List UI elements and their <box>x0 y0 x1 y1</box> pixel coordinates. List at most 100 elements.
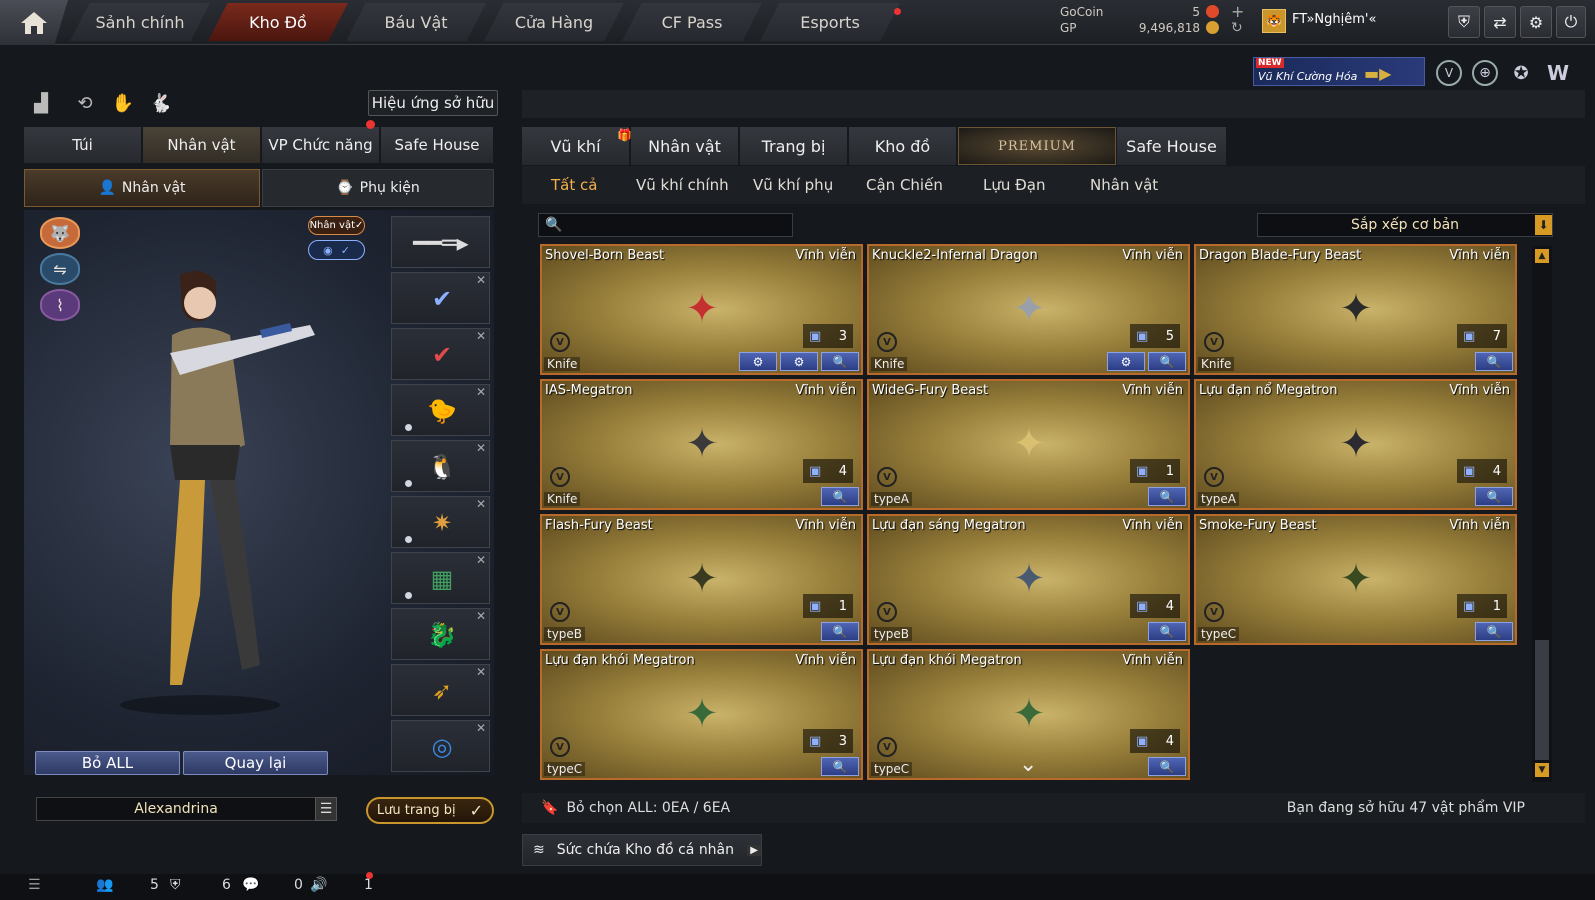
deselect-info[interactable]: 🔖 Bỏ chọn ALL: 0EA / 6EA <box>541 800 730 816</box>
close-icon[interactable]: ✕ <box>476 553 486 567</box>
menu-icon[interactable]: ☰ <box>315 797 337 821</box>
beast-category-icon[interactable]: 🐺 <box>40 217 80 249</box>
search-button[interactable]: 🔍 <box>1475 352 1513 371</box>
accessory-slot-2[interactable]: ✕ ✔ <box>391 328 490 380</box>
rotate-icon[interactable]: ⟲ <box>72 90 98 116</box>
scroll-up-icon[interactable]: ▲ <box>1535 249 1549 263</box>
nav-tab-treasure[interactable]: Báu Vật <box>346 3 486 41</box>
item-card[interactable]: WideG-Fury Beast Vĩnh viễn ✦ VtypeA ▣ 1 🔍 <box>867 379 1190 510</box>
tab-vp-function[interactable]: VP Chức năng <box>262 127 380 163</box>
close-icon[interactable]: ✕ <box>476 721 486 735</box>
w-logo-icon[interactable]: W <box>1544 60 1572 86</box>
subtab-accessory[interactable]: ⌚ Phụ kiện <box>262 169 494 207</box>
search-button[interactable]: 🔍 <box>821 352 859 371</box>
storage-capacity-button[interactable]: ≋ Sức chứa Kho đồ cá nhân ▶ <box>522 834 762 866</box>
sort-dropdown[interactable]: Sắp xếp cơ bản <box>1257 213 1553 237</box>
friends-icon[interactable]: 👥 <box>96 877 113 893</box>
accessory-slot-8[interactable]: ✕ ➶ <box>391 664 490 716</box>
scroll-thumb[interactable] <box>1535 640 1549 760</box>
back-button[interactable]: Quay lại <box>183 751 328 775</box>
visibility-toggle[interactable]: ◉ ✓ <box>308 240 365 260</box>
sort-arrow-icon[interactable]: ⬇ <box>1535 215 1552 235</box>
search-button[interactable]: 🔍 <box>1148 487 1186 506</box>
bunny-icon[interactable]: 🐇 <box>148 90 174 116</box>
item-card[interactable]: Smoke-Fury Beast Vĩnh viễn ✦ VtypeC ▣ 1 🔍 <box>1194 514 1517 645</box>
filter-secondary[interactable]: Vũ khí phụ <box>753 176 833 194</box>
compass-icon[interactable]: ✪ <box>1508 60 1534 86</box>
weapon-slot[interactable]: ━━═▸ <box>391 216 490 268</box>
nav-tab-esports[interactable]: Esports <box>760 3 900 41</box>
character-name-field[interactable]: Alexandrina <box>36 797 316 821</box>
clan-shield-icon[interactable]: ⛨ <box>170 877 181 893</box>
transform-category-icon[interactable]: ⇋ <box>40 253 80 285</box>
wing-category-icon[interactable]: ⌇ <box>40 289 80 321</box>
tab-characters[interactable]: Nhân vật <box>631 127 739 165</box>
speaker-icon[interactable]: 🔊 <box>310 877 327 893</box>
add-currency-icon[interactable]: + <box>1231 2 1244 21</box>
chat-icon[interactable]: 💬 <box>242 877 259 893</box>
shield-icon[interactable]: ⛨ <box>1448 6 1480 38</box>
accessory-slot-4[interactable]: ✕ 🐧 <box>391 440 490 492</box>
close-icon[interactable]: ✕ <box>476 609 486 623</box>
nav-tab-inventory[interactable]: Kho Đồ <box>208 3 348 41</box>
tab-equipment[interactable]: Trang bị <box>740 127 848 165</box>
close-icon[interactable]: ✕ <box>476 329 486 343</box>
search-button[interactable]: 🔍 <box>1475 622 1513 641</box>
search-button[interactable]: 🔍 <box>821 622 859 641</box>
filter-melee[interactable]: Cận Chiến <box>866 176 943 194</box>
tab-premium[interactable]: PREMIUM <box>958 127 1116 165</box>
close-icon[interactable]: ✕ <box>476 497 486 511</box>
item-card[interactable]: Dragon Blade-Fury Beast Vĩnh viễn ✦ V Knife ▣… <box>1194 244 1517 375</box>
search-input[interactable]: 🔍 <box>538 213 793 237</box>
tab-safe-house-right[interactable]: Safe House <box>1117 127 1227 165</box>
filter-primary[interactable]: Vũ khí chính <box>636 176 729 194</box>
accessory-slot-1[interactable]: ✕ ✔ <box>391 272 490 324</box>
item-card[interactable]: Knuckle2-Infernal Dragon Vĩnh viễn ✦ V Knife… <box>867 244 1190 375</box>
item-card[interactable]: Lựu đạn sáng Megatron Vĩnh viễn ✦ VtypeB ▣ 4 🔍 <box>867 514 1190 645</box>
item-card[interactable]: IAS-Megatron Vĩnh viễn ✦ V Knife ▣ 4 🔍 <box>540 379 863 510</box>
podium-icon[interactable]: ▟ <box>28 90 54 116</box>
ownership-effect-button[interactable]: Hiệu ứng sở hữu <box>368 90 498 116</box>
tab-safe-house-left[interactable]: Safe House <box>381 127 494 163</box>
settings-button[interactable]: ⚙ <box>780 352 818 371</box>
crosshair-icon[interactable]: ⊕ <box>1472 60 1498 86</box>
tab-storage[interactable]: Kho đồ <box>849 127 957 165</box>
accessory-slot-5[interactable]: ✕ ✷ <box>391 496 490 548</box>
item-card[interactable]: Shovel-Born Beast Vĩnh viễn ✦ V Knife ▣ 3 ⚙ ⚙ 🔍 <box>540 244 863 375</box>
settings-button[interactable]: ⚙ <box>1107 352 1145 371</box>
nav-tab-lobby[interactable]: Sảnh chính <box>70 3 210 41</box>
item-card[interactable]: Lựu đạn nổ Megatron Vĩnh viễn ✦ VtypeA ▣ 4 🔍 <box>1194 379 1517 510</box>
search-button[interactable]: 🔍 <box>821 487 859 506</box>
search-button[interactable]: 🔍 <box>1148 757 1186 776</box>
chevron-down-icon[interactable]: ⌄ <box>1019 752 1037 777</box>
refresh-icon[interactable]: ↻ <box>1231 20 1243 36</box>
item-card[interactable]: Flash-Fury Beast Vĩnh viễn ✦ VtypeB ▣ 1 🔍 <box>540 514 863 645</box>
filter-grenade[interactable]: Lựu Đạn <box>983 176 1045 194</box>
tab-weapons[interactable]: Vũ khí <box>522 127 630 165</box>
search-button[interactable]: 🔍 <box>821 757 859 776</box>
settings-button[interactable]: ⚙ <box>739 352 777 371</box>
accessory-slot-6[interactable]: ✕ ▦ <box>391 552 490 604</box>
power-icon[interactable]: ⏻ <box>1556 6 1586 38</box>
v-emblem-icon[interactable]: V <box>1436 60 1462 86</box>
nav-tab-cfpass[interactable]: CF Pass <box>622 3 762 41</box>
close-icon[interactable]: ✕ <box>476 273 486 287</box>
subtab-character[interactable]: 👤 Nhân vật <box>24 169 260 207</box>
remove-all-button[interactable]: Bỏ ALL <box>35 751 180 775</box>
item-card[interactable]: Lựu đạn khói Megatron Vĩnh viễn ✦ VtypeC ▣ 3 🔍 <box>540 649 863 780</box>
close-icon[interactable]: ✕ <box>476 385 486 399</box>
accessory-slot-7[interactable]: ✕ 🐉 <box>391 608 490 660</box>
gear-icon[interactable]: ⚙ <box>1520 6 1552 38</box>
filter-all[interactable]: Tất cả <box>551 176 597 194</box>
accessory-slot-3[interactable]: ✕ 🐤 <box>391 384 490 436</box>
filter-character[interactable]: Nhân vật <box>1090 176 1158 194</box>
tab-character[interactable]: Nhân vật <box>143 127 261 163</box>
save-equipment-button[interactable]: Lưu trang bị ✓ <box>366 797 494 824</box>
exit-icon[interactable]: ⇄ <box>1484 6 1516 38</box>
pose-icon[interactable]: ✋ <box>110 90 136 116</box>
accessory-slot-9[interactable]: ✕ ◎ <box>391 720 490 772</box>
search-button[interactable]: 🔍 <box>1475 487 1513 506</box>
character-tag[interactable]: Nhân vật ✓ <box>308 216 365 235</box>
scroll-down-icon[interactable]: ▼ <box>1535 763 1549 777</box>
promo-banner[interactable]: NEW Vũ Khí Cường Hóa ▬▶ <box>1253 57 1425 86</box>
